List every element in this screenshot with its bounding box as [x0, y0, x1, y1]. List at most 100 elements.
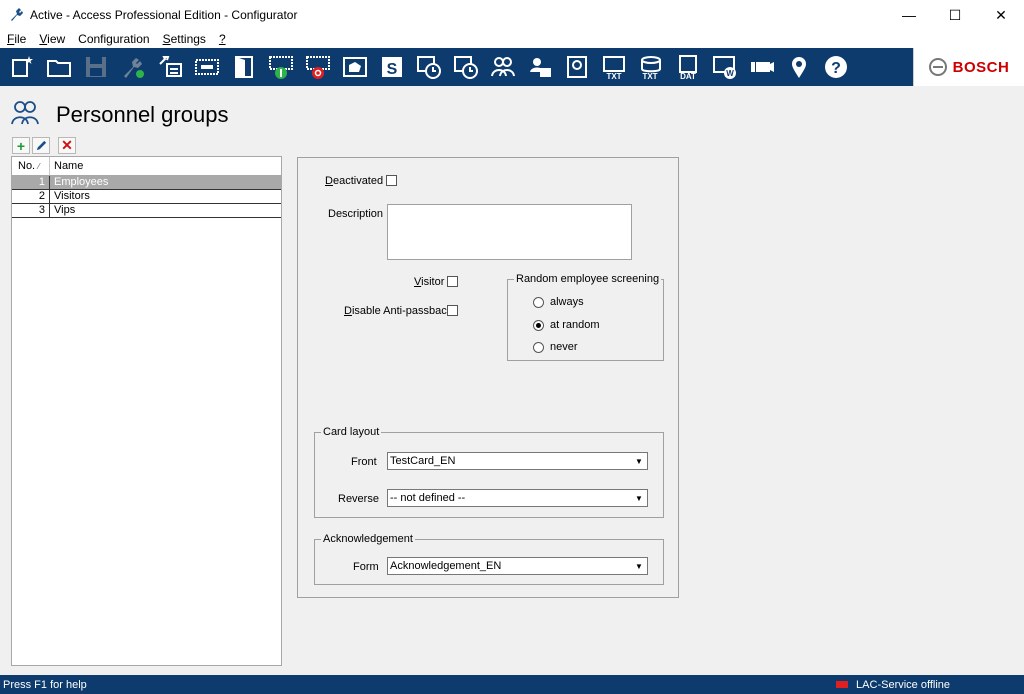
- bosch-logo: BOSCH: [913, 48, 1024, 86]
- access-profile-icon[interactable]: [524, 52, 555, 82]
- acknowledgement-title: Acknowledgement: [321, 533, 415, 545]
- description-label: Description: [328, 208, 384, 220]
- table-row[interactable]: 3 Vips: [12, 204, 281, 218]
- menu-view[interactable]: View: [39, 32, 65, 46]
- radio-at-random[interactable]: at random: [533, 319, 600, 331]
- text-file-icon[interactable]: TXT: [598, 52, 629, 82]
- maximize-button[interactable]: ☐: [932, 0, 978, 30]
- form-label: Form: [353, 561, 379, 573]
- deactivated-label: Deactivated: [325, 175, 384, 187]
- status-help-text: Press F1 for help: [3, 678, 87, 691]
- menu-configuration[interactable]: Configuration: [78, 32, 149, 46]
- window-controls: — ☐ ✕: [886, 0, 1024, 30]
- camera-icon[interactable]: [746, 52, 777, 82]
- chevron-down-icon[interactable]: ▼: [631, 490, 647, 506]
- data-icon[interactable]: DAT: [672, 52, 703, 82]
- time-model-icon[interactable]: [413, 52, 444, 82]
- open-folder-icon[interactable]: [43, 52, 74, 82]
- add-icon[interactable]: +: [12, 137, 30, 154]
- visitor-label: Visitor: [414, 276, 445, 288]
- status-bar: Press F1 for help LAC-Service offline: [0, 675, 1024, 694]
- menu-settings[interactable]: Settings: [163, 32, 206, 46]
- row-no: 2: [12, 190, 50, 203]
- radio-at-random-dot[interactable]: [533, 319, 544, 331]
- visitor-checkbox[interactable]: [447, 276, 458, 287]
- database-text-icon[interactable]: TXT: [635, 52, 666, 82]
- random-screening-group: Random employee screening always at rand…: [507, 273, 664, 361]
- row-no: 1: [12, 176, 50, 189]
- door-icon[interactable]: [228, 52, 259, 82]
- main-toolbar: S TXT TXT DAT W ? BOSCH: [0, 48, 1024, 86]
- acknowledgement-form-select[interactable]: Acknowledgement_EN ▼: [387, 557, 648, 575]
- row-name: Employees: [54, 176, 109, 188]
- page-title: Personnel groups: [56, 101, 229, 127]
- service-status: LAC-Service offline: [836, 679, 950, 691]
- svg-text:S: S: [386, 61, 397, 78]
- front-select[interactable]: TestCard_EN ▼: [387, 452, 648, 470]
- offline-indicator-icon: [836, 681, 849, 688]
- reverse-label: Reverse: [338, 493, 379, 505]
- area-icon[interactable]: [339, 52, 370, 82]
- svg-text:TXT: TXT: [606, 72, 621, 80]
- title-bar: Active - Access Professional Edition - C…: [0, 0, 1024, 30]
- column-header-name[interactable]: Name: [50, 157, 281, 175]
- description-input[interactable]: [387, 204, 632, 260]
- disable-antipassback-label: Disable Anti-passback: [344, 305, 453, 317]
- menu-help[interactable]: ?: [219, 32, 226, 46]
- workstation-icon[interactable]: W: [709, 52, 740, 82]
- card-layout-icon[interactable]: [561, 52, 592, 82]
- column-header-no[interactable]: No. ⁄: [12, 157, 50, 175]
- main-area: Personnel groups + ✕ No. ⁄ Name 1 Employ…: [0, 86, 1024, 675]
- radio-always[interactable]: always: [533, 296, 584, 308]
- help-icon[interactable]: ?: [820, 52, 851, 82]
- delete-icon[interactable]: ✕: [58, 137, 76, 154]
- entrance-icon[interactable]: [265, 52, 296, 82]
- radio-never-dot[interactable]: [533, 341, 544, 353]
- radio-never[interactable]: never: [533, 341, 578, 353]
- reverse-select[interactable]: -- not defined -- ▼: [387, 489, 648, 507]
- edit-pencil-icon[interactable]: [32, 137, 50, 154]
- personnel-groups-icon: [10, 98, 40, 131]
- menu-bar: File View Configuration Settings ?: [0, 30, 1024, 48]
- front-label: Front: [351, 456, 377, 468]
- random-screening-title: Random employee screening: [514, 273, 662, 285]
- card-layout-group: Card layout Front TestCard_EN ▼ Reverse …: [314, 426, 664, 518]
- list-toolbar: + ✕: [12, 137, 78, 154]
- save-icon[interactable]: [80, 52, 111, 82]
- table-row[interactable]: 2 Visitors: [12, 190, 281, 204]
- service-status-text: LAC-Service offline: [856, 678, 950, 691]
- minimize-button[interactable]: —: [886, 0, 932, 30]
- close-button[interactable]: ✕: [978, 0, 1024, 30]
- time-plan-icon[interactable]: [450, 52, 481, 82]
- location-pin-icon[interactable]: [783, 52, 814, 82]
- chevron-down-icon[interactable]: ▼: [631, 453, 647, 469]
- exit-icon[interactable]: [302, 52, 333, 82]
- acknowledgement-group: Acknowledgement Form Acknowledgement_EN …: [314, 533, 664, 585]
- network-icon[interactable]: [154, 52, 185, 82]
- new-icon[interactable]: [6, 52, 37, 82]
- menu-file[interactable]: File: [7, 32, 26, 46]
- personnel-groups-list: No. ⁄ Name 1 Employees 2 Visitors 3 Vips: [11, 156, 282, 666]
- reverse-select-value: -- not defined --: [390, 492, 466, 504]
- page-header: Personnel groups: [10, 98, 228, 131]
- row-no: 3: [12, 204, 50, 217]
- disable-antipassback-checkbox[interactable]: [447, 305, 458, 316]
- bosch-armature-icon: [928, 58, 947, 76]
- brand-name: BOSCH: [952, 58, 1010, 76]
- app-wrench-icon: [11, 8, 23, 21]
- tools-icon[interactable]: [117, 52, 148, 82]
- window-title: Active - Access Professional Edition - C…: [30, 8, 298, 22]
- table-row[interactable]: 1 Employees: [12, 176, 281, 190]
- special-day-icon[interactable]: S: [376, 52, 407, 82]
- details-panel: Deactivated Description Visitor Disable …: [297, 157, 679, 598]
- radio-always-dot[interactable]: [533, 296, 544, 308]
- svg-text:DAT: DAT: [680, 72, 696, 80]
- personnel-groups-icon[interactable]: [487, 52, 518, 82]
- svg-text:W: W: [726, 69, 734, 78]
- card-reader-icon[interactable]: [191, 52, 222, 82]
- deactivated-checkbox[interactable]: [386, 175, 397, 186]
- svg-text:TXT: TXT: [642, 72, 657, 80]
- row-name: Visitors: [54, 190, 90, 202]
- svg-text:?: ?: [831, 60, 841, 77]
- chevron-down-icon[interactable]: ▼: [631, 558, 647, 574]
